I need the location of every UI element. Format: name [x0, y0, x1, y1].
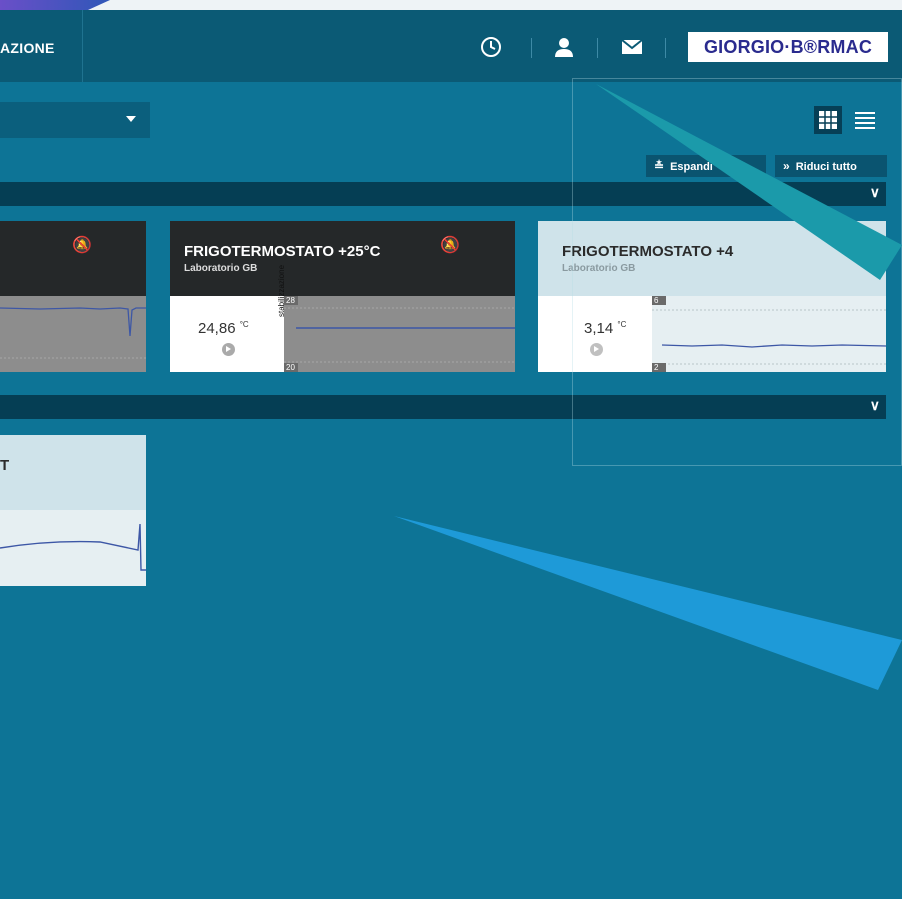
annotation-arrows [394, 84, 902, 690]
annotation-arrow-blue [394, 516, 902, 690]
annotation-arrow-teal [596, 84, 902, 280]
